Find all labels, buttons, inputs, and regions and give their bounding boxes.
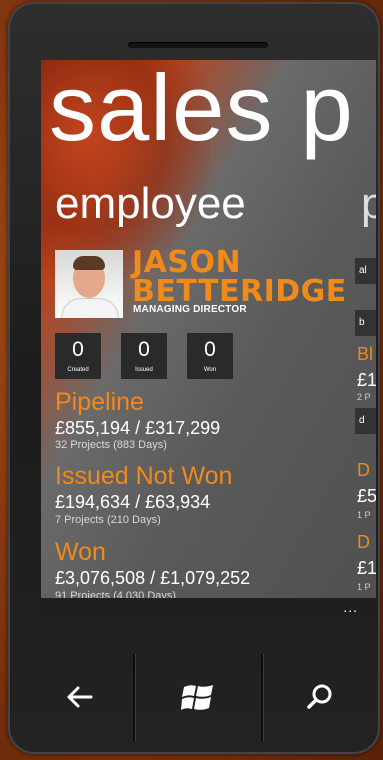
stat-tile-created[interactable]: 0 Created bbox=[55, 333, 101, 379]
start-button[interactable] bbox=[158, 652, 238, 742]
side-text: D bbox=[357, 460, 370, 480]
section-title-issued-not-won[interactable]: Issued Not Won bbox=[55, 462, 232, 490]
stat-tile-won[interactable]: 0 Won bbox=[187, 333, 233, 379]
app-bar-more-button[interactable]: ... bbox=[343, 600, 358, 614]
back-button[interactable] bbox=[40, 652, 120, 742]
app-screen: sales p employee p JASON BETTERIDGE MANA… bbox=[41, 60, 376, 620]
section-value-pipeline: £855,194 / £317,299 bbox=[55, 418, 221, 438]
avatar-hair bbox=[73, 256, 105, 270]
search-icon bbox=[307, 684, 332, 709]
avatar bbox=[55, 250, 123, 318]
employee-name: JASON BETTERIDGE bbox=[132, 245, 347, 309]
hw-divider bbox=[261, 654, 263, 742]
section-value-won: £3,076,508 / £1,079,252 bbox=[55, 568, 251, 588]
side-tile-d[interactable]: d bbox=[355, 408, 376, 434]
side-text: D bbox=[357, 532, 370, 552]
windows-logo-icon bbox=[181, 685, 213, 710]
side-sub: 1 P bbox=[357, 582, 371, 592]
side-tile-b[interactable]: b bbox=[355, 310, 376, 336]
stat-value: 0 bbox=[72, 338, 84, 361]
phone-frame: sales p employee p JASON BETTERIDGE MANA… bbox=[8, 2, 380, 754]
employee-role: MANAGING DIRECTOR bbox=[133, 304, 247, 315]
side-tile-a[interactable]: al bbox=[355, 258, 376, 284]
section-title-won[interactable]: Won bbox=[55, 538, 106, 566]
avatar-shirt bbox=[61, 298, 119, 318]
pivot-header-next[interactable]: p bbox=[361, 178, 376, 230]
pivot-header-employee[interactable]: employee bbox=[55, 178, 246, 230]
app-bar: ... bbox=[41, 598, 376, 620]
search-button[interactable] bbox=[280, 652, 360, 742]
section-title-pipeline[interactable]: Pipeline bbox=[55, 388, 144, 416]
stat-value: 0 bbox=[204, 338, 216, 361]
stat-label: Created bbox=[67, 367, 89, 373]
side-text: £1 bbox=[357, 558, 376, 578]
section-value-issued-not-won: £194,634 / £63,934 bbox=[55, 492, 211, 512]
section-sub-pipeline: 32 Projects (883 Days) bbox=[55, 439, 167, 451]
stat-tile-issued[interactable]: 0 Issued bbox=[121, 333, 167, 379]
side-sub: 1 P bbox=[357, 510, 371, 520]
back-arrow-icon bbox=[67, 686, 93, 708]
employee-last-name: BETTERIDGE bbox=[132, 274, 347, 309]
side-text: £1 bbox=[357, 370, 376, 390]
stat-label: Issued bbox=[135, 367, 153, 373]
side-sub: 2 P bbox=[357, 392, 371, 402]
speaker-grille bbox=[128, 42, 268, 48]
hw-divider bbox=[133, 654, 135, 742]
app-title: sales p bbox=[49, 60, 354, 160]
side-text: Bl bbox=[357, 344, 374, 364]
section-sub-issued-not-won: 7 Projects (210 Days) bbox=[55, 514, 161, 526]
stat-value: 0 bbox=[138, 338, 150, 361]
stat-label: Won bbox=[203, 367, 217, 373]
employee-first-name: JASON bbox=[132, 245, 242, 280]
side-text: £5 bbox=[357, 486, 376, 506]
